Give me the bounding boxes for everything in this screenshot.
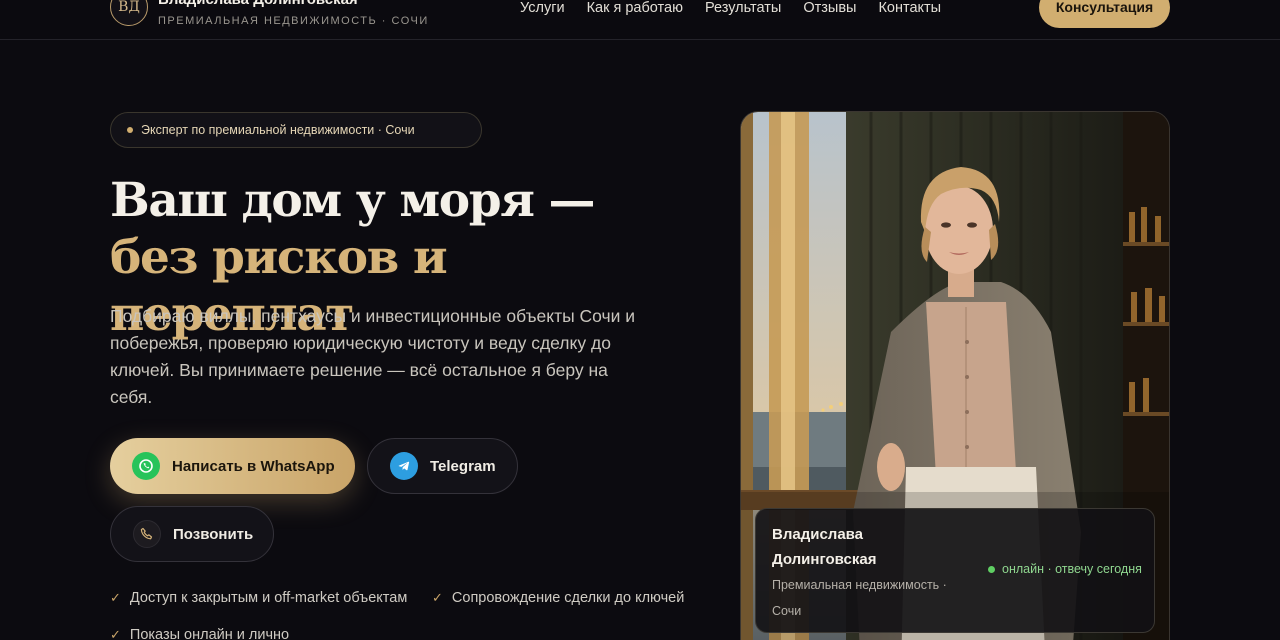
online-status: онлайн · отвечу сегодня bbox=[988, 562, 1142, 576]
feature-text: Доступ к закрытым и off-market объектам bbox=[129, 590, 408, 606]
call-button-label: Позвонить bbox=[173, 525, 254, 543]
call-button[interactable]: Позвонить bbox=[110, 506, 274, 562]
nav-link-contacts[interactable]: Контакты bbox=[878, 0, 941, 16]
badge-dot-icon bbox=[127, 127, 133, 133]
telegram-button-label: Telegram bbox=[430, 457, 496, 475]
hero-lead: Подбираю виллы, пентхаусы и инвестиционн… bbox=[110, 306, 636, 407]
whatsapp-button[interactable]: Написать в WhatsApp bbox=[110, 438, 355, 494]
feature-item: ✓ Показы онлайн и лично bbox=[110, 627, 289, 640]
nav-link-services[interactable]: Услуги bbox=[520, 0, 565, 16]
online-dot-icon bbox=[988, 565, 995, 573]
consultation-button[interactable]: Консультация bbox=[1039, 0, 1170, 28]
nav-link-process[interactable]: Как я работаю bbox=[587, 0, 683, 16]
profile-card: Владислава Долинговская Премиальная недв… bbox=[755, 508, 1155, 633]
whatsapp-icon bbox=[132, 452, 160, 480]
feature-item: ✓ Доступ к закрытым и off-market объекта… bbox=[110, 590, 407, 606]
check-icon: ✓ bbox=[110, 590, 121, 605]
online-status-text: онлайн · отвечу сегодня bbox=[1002, 562, 1142, 576]
badge-text: Эксперт по премиальной недвижимости · Со… bbox=[141, 123, 415, 137]
profile-subtitle: Премиальная недвижимость · Сочи bbox=[772, 578, 947, 618]
check-icon: ✓ bbox=[110, 627, 121, 640]
check-icon: ✓ bbox=[432, 590, 443, 605]
headline-white: Ваш дом у моря — bbox=[110, 173, 595, 228]
feature-item: ✓ Сопровождение сделки до ключей bbox=[432, 590, 684, 606]
nav-link-results[interactable]: Результаты bbox=[705, 0, 781, 16]
expert-badge: Эксперт по премиальной недвижимости · Со… bbox=[110, 112, 482, 148]
brand-name: Владислава Долинговская bbox=[158, 0, 358, 8]
brand-subtitle: ПРЕМИАЛЬНАЯ НЕДВИЖИМОСТЬ · СОЧИ bbox=[158, 15, 429, 27]
feature-text: Показы онлайн и лично bbox=[129, 627, 290, 640]
whatsapp-button-label: Написать в WhatsApp bbox=[172, 457, 335, 475]
nav-link-reviews[interactable]: Отзывы bbox=[803, 0, 856, 16]
feature-text: Сопровождение сделки до ключей bbox=[451, 590, 685, 606]
site-header: ВД Владислава Долинговская ПРЕМИАЛЬНАЯ Н… bbox=[0, 0, 1280, 40]
phone-icon bbox=[133, 520, 161, 548]
telegram-icon bbox=[390, 452, 418, 480]
main-nav: Услуги Как я работаю Результаты Отзывы К… bbox=[520, 0, 941, 16]
profile-name: Владислава Долинговская bbox=[772, 526, 877, 568]
telegram-button[interactable]: Telegram bbox=[367, 438, 518, 494]
logo-mark[interactable]: ВД bbox=[110, 0, 148, 26]
